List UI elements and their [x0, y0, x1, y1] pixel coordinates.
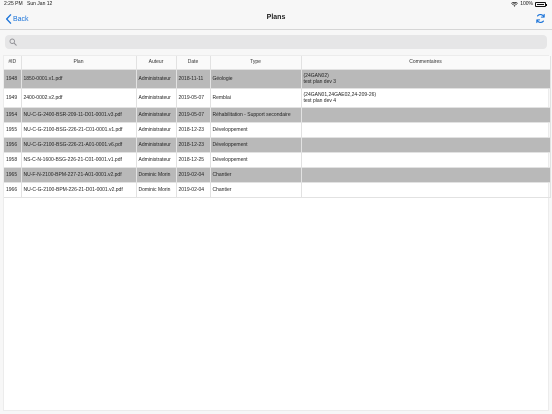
status-right: 100%	[511, 0, 547, 9]
cell-plan: 1850-0001.v1.pdf	[21, 69, 137, 89]
cell-date: 2019-05-07	[176, 88, 211, 108]
wifi-icon	[511, 2, 519, 7]
comment-line: test plan dev 3	[303, 78, 337, 85]
table-row[interactable]: 1954 NU-C-G-2400-BSR-209-11-D01-0001.v3.p…	[4, 107, 551, 123]
navigation-bar: Back Plans	[0, 9, 552, 30]
comment-line: test plan dev 4	[303, 97, 337, 104]
battery-icon	[535, 2, 547, 7]
cell-plan: NU-C-G-2400-BSR-209-11-D01-0001.v3.pdf	[21, 107, 137, 123]
column-header-plan: Plan	[21, 56, 137, 70]
column-header-id: #ID	[4, 56, 22, 70]
cell-date: 2018-12-23	[176, 122, 211, 138]
column-header-author: Auteur	[136, 56, 177, 70]
cell-comments	[301, 137, 551, 153]
cell-plan: 2400-0002.v2.pdf	[21, 88, 137, 108]
cell-author: Administrateur	[136, 107, 177, 123]
cell-date: 2018-12-25	[176, 152, 211, 168]
cell-id: 1949	[4, 88, 22, 108]
cell-comments	[301, 152, 551, 168]
cell-plan: NS-C-N-1600-BSG-226-21-C01-0001.v1.pdf	[21, 152, 137, 168]
table-body: 1948 1850-0001.v1.pdf Administrateur 2018-1…	[4, 69, 551, 198]
page-title: Plans	[266, 14, 286, 21]
column-header-type: Type	[210, 56, 302, 70]
cell-date: 2019-02-04	[176, 167, 211, 183]
cell-type: Réhabilitation - Support secondaire	[210, 107, 302, 123]
cell-comments: (24GAN01,24GAE02,24-209-26) test plan dev…	[301, 88, 551, 108]
cell-type: Chantier	[210, 167, 302, 183]
cell-type: Chantier	[210, 182, 302, 198]
cell-author: Dominic Morin	[136, 167, 177, 183]
search-bar	[5, 35, 547, 49]
battery-percent: 100%	[520, 1, 533, 7]
search-input[interactable]	[19, 35, 544, 49]
cell-comments: (24GAN02) test plan dev 3	[301, 69, 551, 89]
cell-id: 1958	[4, 152, 22, 168]
cell-comments	[301, 107, 551, 123]
table-row[interactable]: 1958 NS-C-N-1600-BSG-226-21-C01-0001.v1.p…	[4, 152, 551, 168]
column-header-date: Date	[176, 56, 211, 70]
status-time: 2:25 PM	[4, 1, 23, 7]
cell-type: Géologie	[210, 69, 302, 89]
cell-id: 1966	[4, 182, 22, 198]
cell-date: 2018-11-11	[176, 69, 211, 89]
status-bar: 2:25 PM Sun Jan 12 100%	[0, 0, 552, 9]
cell-comments	[301, 182, 551, 198]
cell-type: Développement	[210, 137, 302, 153]
cell-author: Administrateur	[136, 88, 177, 108]
table-row[interactable]: 1966 NU-C-G-2100-BPM-226-21-D01-0001.v2.p…	[4, 182, 551, 198]
cell-author: Dominic Morin	[136, 182, 177, 198]
status-date: Sun Jan 12	[27, 1, 53, 7]
cell-date: 2018-12-23	[176, 137, 211, 153]
cell-date: 2019-05-07	[176, 107, 211, 123]
table-row[interactable]: 1955 NU-C-G-2100-BSG-226-21-C01-0001.v1.p…	[4, 122, 551, 138]
cell-comments	[301, 167, 551, 183]
cell-id: 1965	[4, 167, 22, 183]
cell-author: Administrateur	[136, 137, 177, 153]
plans-table-container: #ID Plan Auteur Date Type Commentaires 1…	[3, 55, 551, 411]
cell-comments	[301, 122, 551, 138]
table-row[interactable]: 1956 NU-C-G-2100-BSG-226-21-A01-0001.v6.p…	[4, 137, 551, 153]
cell-plan: NU-C-G-2100-BPM-226-21-D01-0001.v2.pdf	[21, 182, 137, 198]
cell-type: Développement	[210, 122, 302, 138]
cell-author: Administrateur	[136, 152, 177, 168]
refresh-icon[interactable]	[535, 13, 546, 24]
table-header-row: #ID Plan Auteur Date Type Commentaires	[4, 56, 551, 70]
cell-id: 1955	[4, 122, 22, 138]
table-row[interactable]: 1965 NU-F-N-2100-BPM-227-21-A01-0001.v2.p…	[4, 167, 551, 183]
cell-id: 1956	[4, 137, 22, 153]
cell-author: Administrateur	[136, 69, 177, 89]
cell-plan: NU-C-G-2100-BSG-226-21-A01-0001.v6.pdf	[21, 137, 137, 153]
cell-type: Développement	[210, 152, 302, 168]
cell-plan: NU-F-N-2100-BPM-227-21-A01-0001.v2.pdf	[21, 167, 137, 183]
cell-author: Administrateur	[136, 122, 177, 138]
cell-id: 1948	[4, 69, 22, 89]
cell-plan: NU-C-G-2100-BSG-226-21-C01-0001.v1.pdf	[21, 122, 137, 138]
cell-id: 1954	[4, 107, 22, 123]
cell-type: Remblai	[210, 88, 302, 108]
search-icon	[9, 38, 17, 46]
table-row[interactable]: 1948 1850-0001.v1.pdf Administrateur 2018-1…	[4, 69, 551, 89]
plans-table: #ID Plan Auteur Date Type Commentaires 1…	[4, 56, 551, 198]
table-row[interactable]: 1949 2400-0002.v2.pdf Administrateur 2019-0…	[4, 88, 551, 108]
column-header-comments: Commentaires	[301, 56, 551, 70]
cell-date: 2019-02-04	[176, 182, 211, 198]
